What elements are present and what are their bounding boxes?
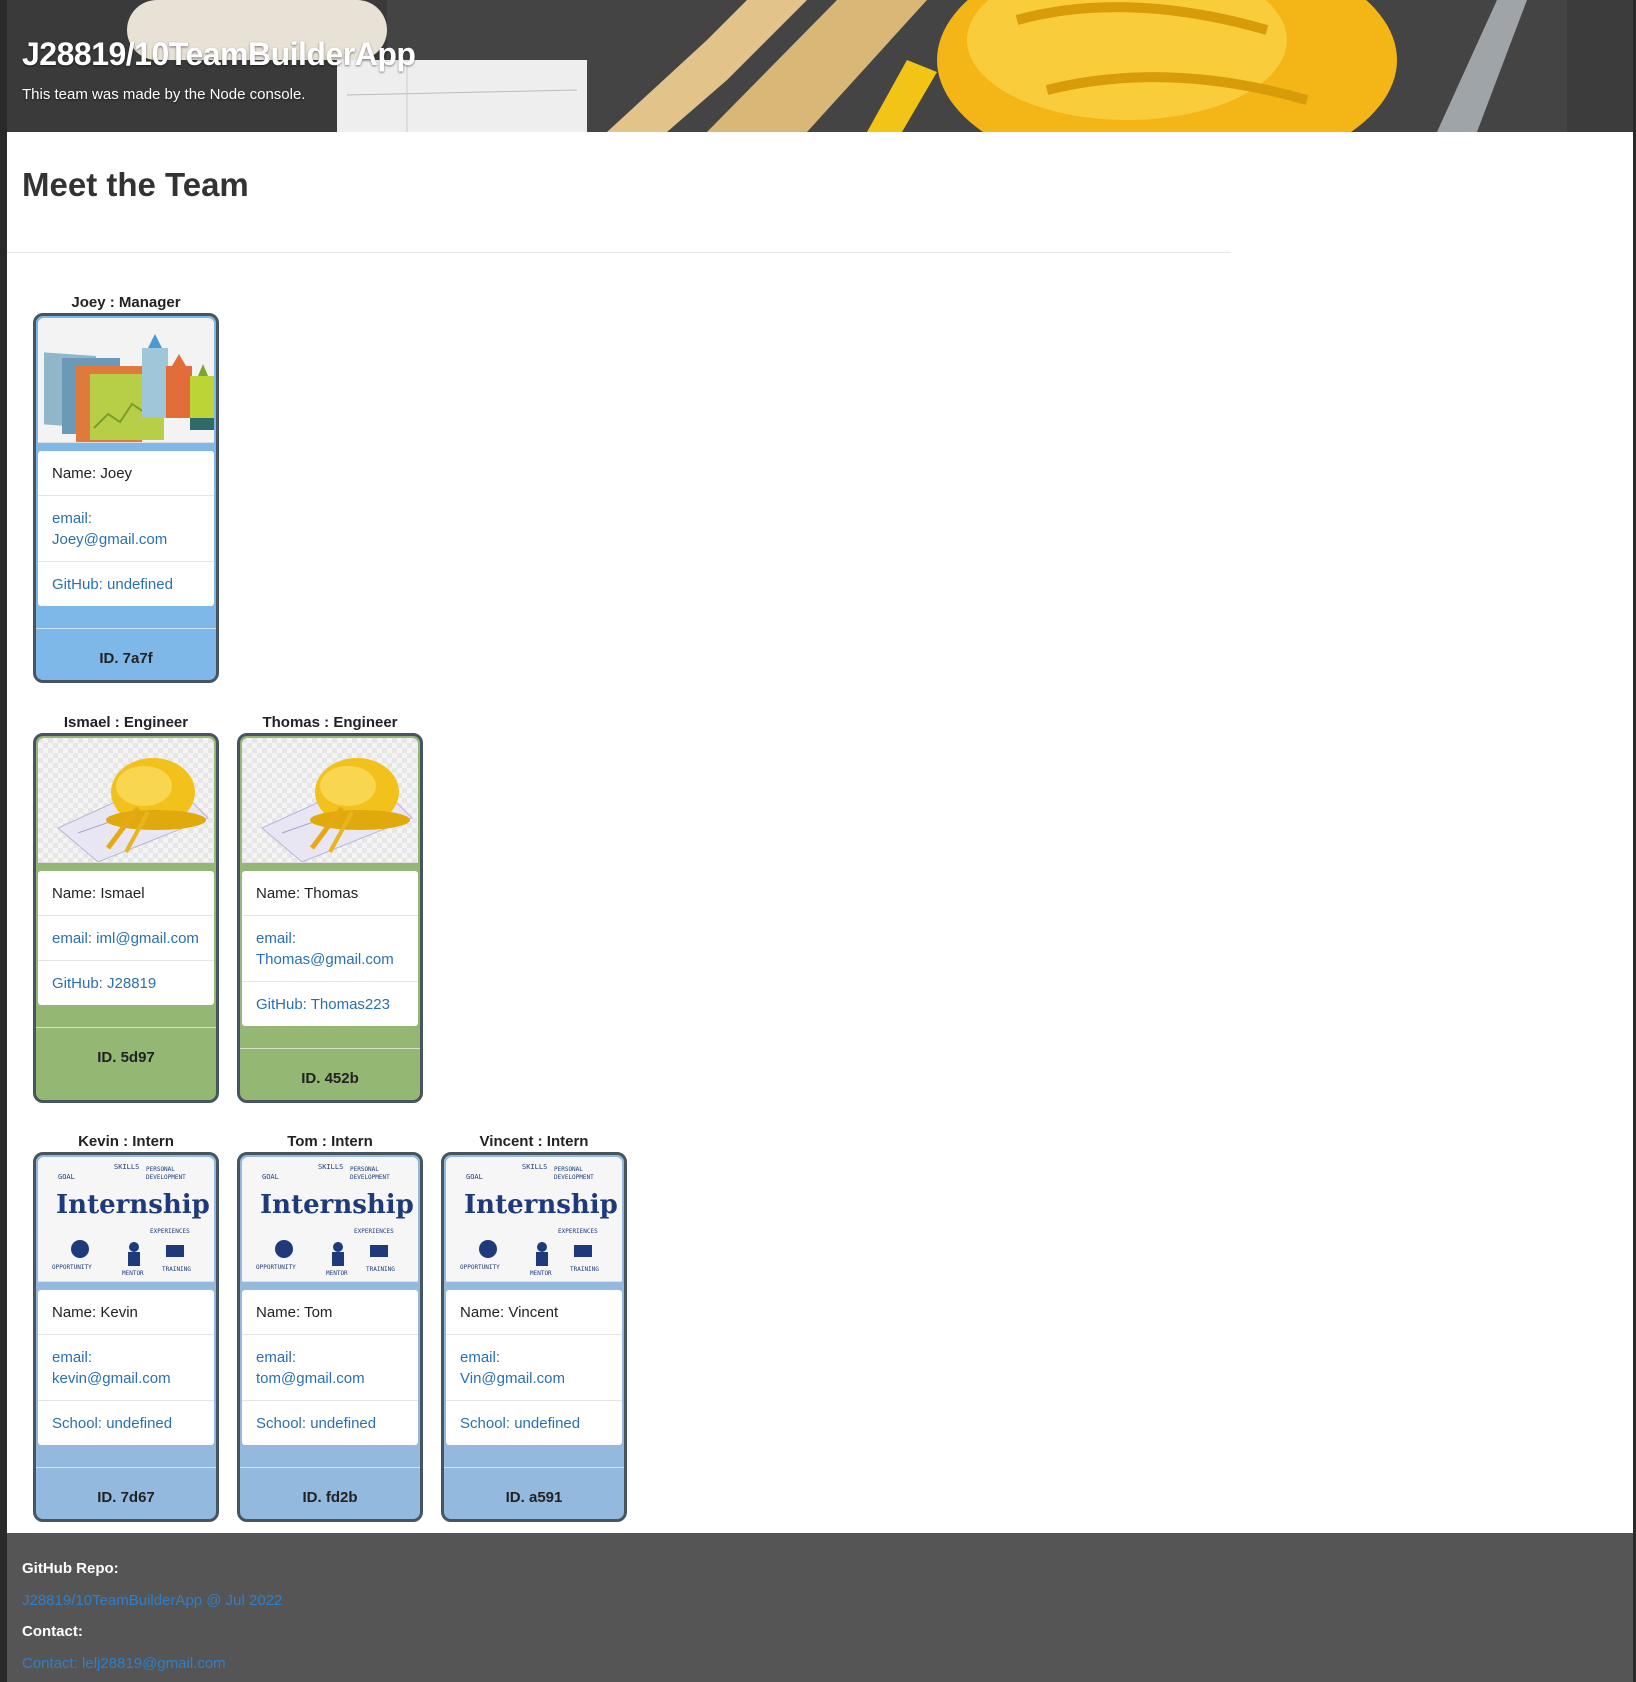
employee-email-link[interactable]: email: kevin@gmail.com [38,1334,214,1400]
engineer-card: Name: Ismael email: iml@gmail.com GitHub… [33,733,219,1103]
svg-text:MENTOR: MENTOR [530,1270,552,1277]
svg-text:SKILLS: SKILLS [114,1163,139,1171]
repo-link[interactable]: J28819/10TeamBuilderApp @ Jul 2022 [22,1592,282,1609]
employee-name: Name: Thomas [242,871,418,915]
svg-text:EXPERIENCES: EXPERIENCES [558,1228,598,1235]
employee-id: ID. 7d67 [97,1489,155,1506]
employee-email-link[interactable]: email: Vin@gmail.com [446,1334,622,1400]
card-role-label: Tom : Intern [287,1133,373,1150]
employee-github-link[interactable]: GitHub: Thomas223 [242,981,418,1026]
manager-info-list: Name: Joey email: Joey@gmail.com GitHub:… [38,451,214,606]
svg-text:EXPERIENCES: EXPERIENCES [354,1228,394,1235]
intern-info-list: Name: Kevin email: kevin@gmail.com Schoo… [38,1290,214,1445]
page-title: Meet the Team [22,166,249,203]
employee-github-link[interactable]: GitHub: undefined [38,561,214,606]
employee-github-link[interactable]: GitHub: J28819 [38,960,214,1005]
svg-text:OPPORTUNITY: OPPORTUNITY [460,1264,500,1271]
contact-link[interactable]: Contact: lelj28819@gmail.com [22,1655,226,1672]
svg-text:MENTOR: MENTOR [326,1270,348,1277]
employee-id: ID. 5d97 [97,1049,155,1066]
page-footer: GitHub Repo: J28819/10TeamBuilderApp @ J… [7,1533,1633,1682]
engineer-picture [38,738,214,863]
svg-text:SKILLS: SKILLS [318,1163,343,1171]
svg-text:Internship: Internship [260,1190,414,1220]
svg-text:Internship: Internship [56,1190,210,1220]
employee-id: ID. fd2b [302,1489,358,1506]
intern-card: GOAL SKILLS PERSONAL DEVELOPMENT Interns… [237,1152,423,1522]
employee-school-link[interactable]: School: undefined [446,1400,622,1445]
card-role-label: Kevin : Intern [78,1133,174,1150]
employee-email-link[interactable]: email: Thomas@gmail.com [242,915,418,981]
svg-text:MENTOR: MENTOR [122,1270,144,1277]
intern-picture: GOAL SKILLS PERSONAL DEVELOPMENT Interns… [38,1157,214,1282]
card-role-label: Thomas : Engineer [262,714,398,731]
card-role-label: Joey : Manager [71,294,181,311]
page-header: J28819/10TeamBuilderApp This team was ma… [7,0,1633,132]
svg-text:Internship: Internship [464,1190,618,1220]
svg-text:PERSONAL: PERSONAL [146,1166,175,1173]
engineer-info-list: Name: Thomas email: Thomas@gmail.com Git… [242,871,418,1026]
employee-id: ID. a591 [505,1489,563,1506]
employee-email-link[interactable]: email: tom@gmail.com [242,1334,418,1400]
svg-text:DEVELOPMENT: DEVELOPMENT [146,1174,186,1181]
divider [7,252,1231,253]
svg-text:TRAINING: TRAINING [162,1266,191,1273]
intern-info-list: Name: Vincent email: Vin@gmail.com Schoo… [446,1290,622,1445]
intern-info-list: Name: Tom email: tom@gmail.com School: u… [242,1290,418,1445]
employee-email-link[interactable]: email: Joey@gmail.com [38,495,214,561]
svg-text:EXPERIENCES: EXPERIENCES [150,1228,190,1235]
svg-text:DEVELOPMENT: DEVELOPMENT [554,1174,594,1181]
app-subtitle: This team was made by the Node console. [22,86,306,103]
engineer-info-list: Name: Ismael email: iml@gmail.com GitHub… [38,871,214,1005]
employee-id: ID. 7a7f [99,650,153,667]
contact-label: Contact: [22,1623,83,1640]
left-edge [0,0,7,1682]
engineer-picture [242,738,418,863]
employee-school-link[interactable]: School: undefined [38,1400,214,1445]
svg-text:GOAL: GOAL [58,1173,75,1181]
repo-label: GitHub Repo: [22,1560,119,1577]
employee-name: Name: Joey [38,451,214,495]
manager-picture [38,318,214,443]
employee-name: Name: Kevin [38,1290,214,1334]
svg-text:DEVELOPMENT: DEVELOPMENT [350,1174,390,1181]
card-role-label: Vincent : Intern [479,1133,589,1150]
svg-text:SKILLS: SKILLS [522,1163,547,1171]
svg-text:TRAINING: TRAINING [366,1266,395,1273]
svg-text:PERSONAL: PERSONAL [554,1166,583,1173]
card-role-label: Ismael : Engineer [63,714,189,731]
intern-picture: GOAL SKILLS PERSONAL DEVELOPMENT Interns… [446,1157,622,1282]
svg-text:PERSONAL: PERSONAL [350,1166,379,1173]
manager-card: Name: Joey email: Joey@gmail.com GitHub:… [33,313,219,683]
svg-text:GOAL: GOAL [262,1173,279,1181]
intern-card: GOAL SKILLS PERSONAL DEVELOPMENT Interns… [33,1152,219,1522]
employee-name: Name: Vincent [446,1290,622,1334]
employee-name: Name: Ismael [38,871,214,915]
intern-picture: GOAL SKILLS PERSONAL DEVELOPMENT Interns… [242,1157,418,1282]
employee-email-link[interactable]: email: iml@gmail.com [38,915,214,960]
intern-card: GOAL SKILLS PERSONAL DEVELOPMENT Interns… [441,1152,627,1522]
employee-school-link[interactable]: School: undefined [242,1400,418,1445]
svg-text:OPPORTUNITY: OPPORTUNITY [256,1264,296,1271]
engineer-card: Name: Thomas email: Thomas@gmail.com Git… [237,733,423,1103]
employee-id: ID. 452b [301,1070,359,1087]
svg-text:GOAL: GOAL [466,1173,483,1181]
employee-name: Name: Tom [242,1290,418,1334]
app-title: J28819/10TeamBuilderApp [22,36,416,72]
svg-text:TRAINING: TRAINING [570,1266,599,1273]
svg-text:OPPORTUNITY: OPPORTUNITY [52,1264,92,1271]
